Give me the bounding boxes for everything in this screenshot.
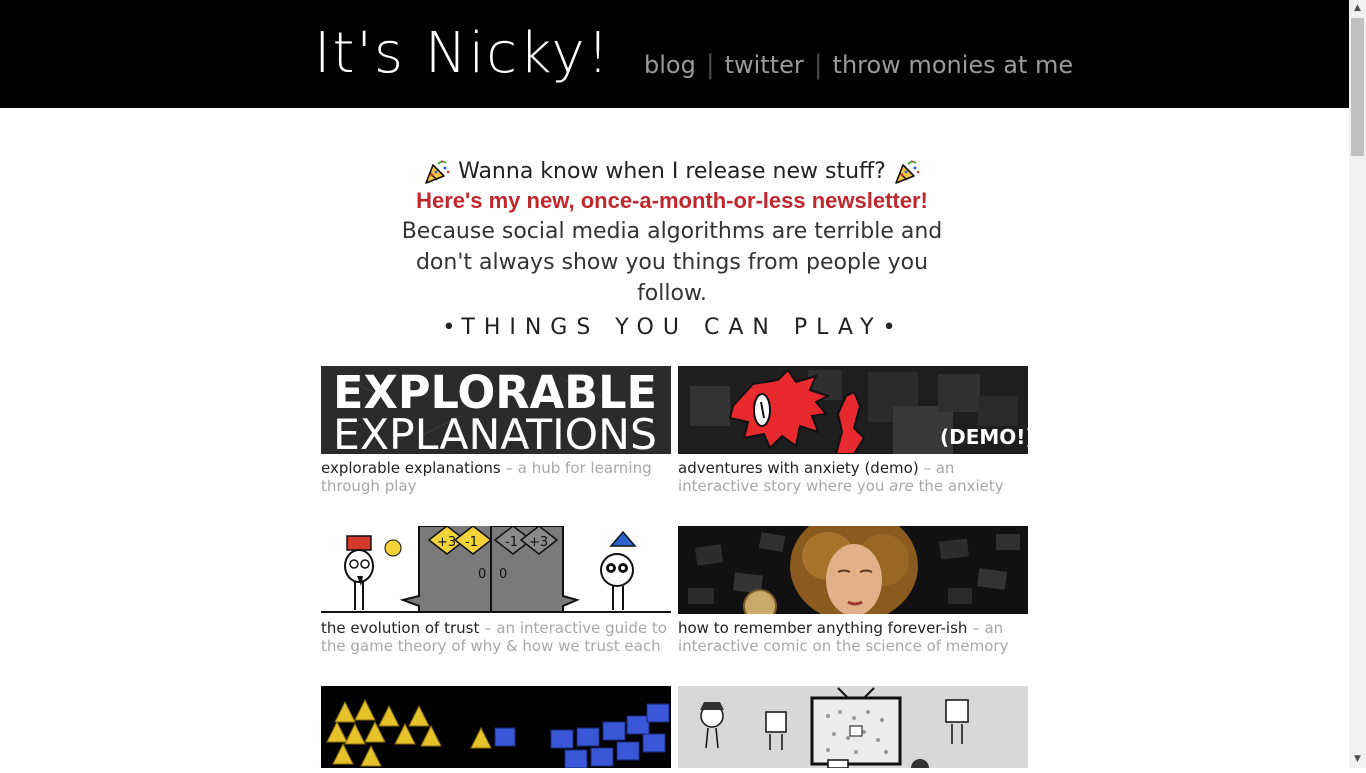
card-caption: how to remember anything forever-ish – a… — [678, 619, 1028, 655]
card-description-emphasis: are — [889, 477, 914, 495]
card-evolution-of-trust[interactable]: +3 -1 -1 +3 0 0 the evolution of trust –… — [321, 526, 671, 657]
card-title[interactable]: the evolution of trust — [321, 619, 479, 637]
polygons-thumbnail — [321, 686, 671, 768]
nav-link-twitter[interactable]: twitter — [725, 48, 804, 82]
heading-bullet: • — [882, 315, 902, 340]
card-parable-of-polygons[interactable] — [321, 686, 671, 773]
card-thumbnail[interactable]: EXPLORABLE EXPLANATIONS — [321, 366, 671, 454]
scroll-up-arrow-icon[interactable]: ▲ — [1349, 0, 1366, 17]
main-nav: blog | twitter | throw monies at me — [644, 48, 1073, 82]
tv-sketch-thumbnail — [678, 686, 1028, 768]
nav-separator: | — [813, 50, 823, 80]
card-title[interactable]: adventures with anxiety (demo) — [678, 459, 919, 477]
payoff-value: -1 — [505, 535, 518, 550]
newsletter-headline: Wanna know when I release new stuff? — [458, 159, 886, 184]
nav-link-blog[interactable]: blog — [644, 48, 696, 82]
party-popper-icon — [425, 160, 450, 184]
payoff-value: 0 — [499, 567, 507, 582]
newsletter-body: Because social media algorithms are terr… — [401, 219, 943, 306]
card-caption: the evolution of trust – an interactive … — [321, 619, 671, 657]
card-caption: explorable explanations – a hub for lear… — [321, 459, 671, 495]
card-explorable-explanations[interactable]: EXPLORABLE EXPLANATIONS explorable expla… — [321, 366, 671, 495]
card-caption: adventures with anxiety (demo) – an inte… — [678, 459, 1028, 495]
scroll-thumb[interactable] — [1351, 18, 1364, 156]
site-header: It's Nicky! blog | twitter | throw monie… — [0, 0, 1349, 108]
explorable-explanations-thumbnail: EXPLORABLE EXPLANATIONS — [321, 366, 671, 454]
card-thumbnail[interactable] — [321, 686, 671, 768]
party-popper-icon — [895, 160, 920, 184]
card-adventures-with-anxiety[interactable]: (DEMO!) adventures with anxiety (demo) –… — [678, 366, 1028, 495]
heading-bullet: • — [442, 315, 462, 340]
card-title[interactable]: how to remember anything forever-ish — [678, 619, 967, 637]
nav-separator: | — [705, 50, 715, 80]
card-title[interactable]: explorable explanations — [321, 459, 501, 477]
scroll-down-arrow-icon[interactable]: ▼ — [1349, 751, 1366, 768]
newsletter-signup-link[interactable]: Here's my new, once-a-month-or-less news… — [320, 188, 1024, 214]
memory-portrait-thumbnail — [678, 526, 1028, 614]
page-scrollbar[interactable]: ▲ ▼ — [1349, 0, 1366, 768]
evolution-of-trust-thumbnail: +3 -1 -1 +3 0 0 — [321, 526, 671, 614]
card-thumbnail[interactable] — [678, 686, 1028, 768]
payoff-value: -1 — [465, 535, 478, 550]
card-how-to-remember-anything[interactable]: how to remember anything forever-ish – a… — [678, 526, 1028, 655]
card-description-post: the anxiety — [913, 477, 1004, 495]
card-thumbnail[interactable] — [678, 526, 1028, 614]
card-thumbnail[interactable]: +3 -1 -1 +3 0 0 — [321, 526, 671, 614]
payoff-value: +3 — [437, 535, 456, 550]
payoff-value: 0 — [478, 567, 486, 582]
newsletter-banner: Wanna know when I release new stuff? Her… — [320, 156, 1024, 309]
card-thumbnail[interactable]: (DEMO!) — [678, 366, 1028, 454]
demo-label: (DEMO!) — [940, 425, 1028, 449]
section-title: THINGS YOU CAN PLAY — [461, 315, 883, 340]
card-we-become-what-we-behold[interactable] — [678, 686, 1028, 773]
section-heading-things-you-can-play: •THINGS YOU CAN PLAY• — [320, 312, 1024, 344]
newsletter-headline-row: Wanna know when I release new stuff? — [320, 156, 1024, 188]
nav-link-donate[interactable]: throw monies at me — [833, 48, 1074, 82]
anxiety-wolf-thumbnail: (DEMO!) — [678, 366, 1028, 454]
site-title[interactable]: It's Nicky! — [314, 22, 611, 86]
thumb-title-line-2: EXPLANATIONS — [333, 410, 657, 454]
payoff-value: +3 — [529, 535, 548, 550]
